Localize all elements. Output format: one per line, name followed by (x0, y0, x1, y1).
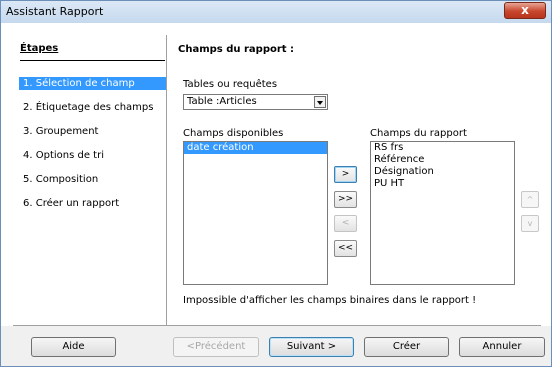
close-button[interactable]: x (504, 2, 546, 19)
report-fields-label: Champs du rapport (370, 128, 467, 139)
steps-pane: Étapes 1. Sélection de champ 2. Étiqueta… (13, 35, 167, 323)
step-layout[interactable]: 5. Composition (19, 173, 167, 186)
report-wizard-window: Assistant Rapport x Étapes 1. Sélection … (0, 0, 552, 367)
step-field-labeling[interactable]: 2. Étiquetage des champs (19, 101, 167, 114)
add-all-fields-button[interactable]: >> (334, 191, 357, 208)
footer-divider (13, 325, 541, 326)
remove-all-fields-button[interactable]: << (334, 240, 357, 257)
step-field-selection[interactable]: 1. Sélection de champ (19, 77, 167, 90)
available-fields-label: Champs disponibles (183, 128, 284, 139)
binary-fields-notice: Impossible d'afficher les champs binaire… (183, 295, 477, 306)
list-item[interactable]: Désignation (371, 166, 514, 178)
window-title: Assistant Rapport (6, 5, 104, 18)
list-item[interactable]: RS frs (371, 142, 514, 154)
tables-select[interactable]: Table :Articles (183, 94, 328, 110)
chevron-down-icon[interactable] (314, 96, 326, 108)
create-button[interactable]: Créer (364, 337, 449, 357)
tables-label: Tables ou requêtes (183, 79, 278, 90)
available-fields-list[interactable]: date création (183, 141, 328, 285)
title-bar[interactable]: Assistant Rapport x (1, 1, 551, 23)
step-grouping[interactable]: 3. Groupement (19, 125, 167, 138)
list-item[interactable]: PU HT (371, 178, 514, 190)
steps-divider (20, 60, 165, 61)
next-button[interactable]: Suivant > (269, 337, 354, 357)
move-up-button[interactable]: ^ (521, 191, 539, 208)
move-down-button[interactable]: v (521, 215, 539, 232)
tables-select-value: Table :Articles (187, 96, 257, 107)
add-field-button[interactable]: > (334, 166, 357, 183)
step-create-report[interactable]: 6. Créer un rapport (19, 197, 167, 210)
report-fields-list[interactable]: RS frs Référence Désignation PU HT (370, 141, 515, 285)
steps-heading: Étapes (20, 43, 59, 54)
help-button[interactable]: Aide (31, 337, 116, 357)
remove-field-button[interactable]: < (334, 215, 357, 232)
list-item[interactable]: Référence (371, 154, 514, 166)
list-item[interactable]: date création (184, 142, 327, 154)
previous-button[interactable]: <Précédent (173, 337, 259, 357)
step-sort-options[interactable]: 4. Options de tri (19, 149, 167, 162)
page-title: Champs du rapport : (178, 44, 295, 55)
pane-divider (166, 35, 167, 325)
cancel-button[interactable]: Annuler (459, 337, 545, 357)
